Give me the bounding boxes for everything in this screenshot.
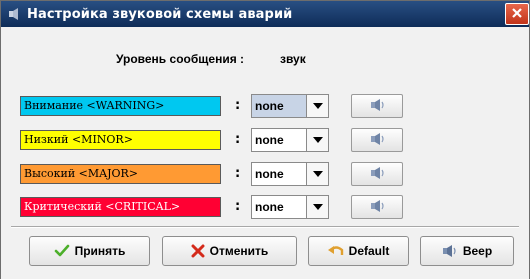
beep-button-label: Beep [462, 244, 493, 258]
dialog-content: Уровень сообщения : звук Внимание <WARNI… [1, 27, 529, 279]
chevron-down-icon[interactable] [306, 163, 328, 185]
sound-select[interactable]: none [251, 195, 329, 219]
speaker-icon [369, 166, 385, 183]
sound-select-value: none [255, 167, 284, 181]
speaker-icon [369, 199, 385, 216]
sound-select-value: none [255, 200, 284, 214]
chevron-down-icon[interactable] [306, 95, 328, 117]
message-level-label: Уровень сообщения : [116, 52, 245, 66]
default-button[interactable]: Default [308, 236, 409, 266]
speaker-icon [369, 98, 385, 115]
alarm-row: Низкий <MINOR> : none [1, 128, 529, 152]
alarm-row: Внимание <WARNING> : none [1, 94, 529, 118]
play-sound-button[interactable] [351, 195, 403, 219]
chevron-down-icon[interactable] [306, 129, 328, 151]
message-level-row: Уровень сообщения : звук [1, 52, 529, 70]
speaker-icon [442, 244, 458, 258]
dialog-window: Настройка звуковой схемы аварий Уровень … [0, 0, 530, 279]
default-button-label: Default [348, 244, 390, 258]
colon: : [235, 98, 241, 113]
window-title: Настройка звуковой схемы аварий [27, 6, 293, 22]
alarm-level-label: Низкий <MINOR> [20, 130, 221, 150]
colon: : [235, 166, 241, 181]
play-sound-button[interactable] [351, 128, 403, 152]
alarm-level-label: Высокий <MAJOR> [20, 164, 221, 184]
colon: : [235, 132, 241, 147]
alarm-level-label: Внимание <WARNING> [20, 96, 221, 116]
cancel-button[interactable]: Отменить [162, 236, 297, 266]
close-icon [511, 7, 523, 22]
sound-select[interactable]: none [251, 128, 329, 152]
sound-select[interactable]: none [251, 162, 329, 186]
colon: : [235, 199, 241, 214]
play-sound-button[interactable] [351, 94, 403, 118]
sound-select-value: none [255, 133, 284, 147]
beep-button[interactable]: Beep [420, 236, 514, 266]
speaker-icon [369, 132, 385, 149]
sound-select[interactable]: none [251, 94, 329, 118]
separator [11, 226, 519, 228]
close-button[interactable] [505, 3, 529, 25]
accept-button-label: Принять [74, 244, 126, 258]
cross-icon [191, 244, 205, 258]
undo-icon [327, 244, 344, 258]
play-sound-button[interactable] [351, 162, 403, 186]
chevron-down-icon[interactable] [306, 196, 328, 218]
accept-button[interactable]: Принять [29, 236, 150, 266]
title-bar[interactable]: Настройка звуковой схемы аварий [1, 1, 529, 27]
alarm-row: Высокий <MAJOR> : none [1, 162, 529, 186]
alarm-row: Критический <CRITICAL> : none [1, 195, 529, 219]
message-level-value: звук [280, 52, 306, 66]
sound-select-value: none [252, 95, 306, 117]
check-icon [54, 244, 70, 258]
speaker-icon [7, 6, 23, 22]
cancel-button-label: Отменить [209, 244, 269, 258]
alarm-level-label: Критический <CRITICAL> [20, 197, 221, 217]
